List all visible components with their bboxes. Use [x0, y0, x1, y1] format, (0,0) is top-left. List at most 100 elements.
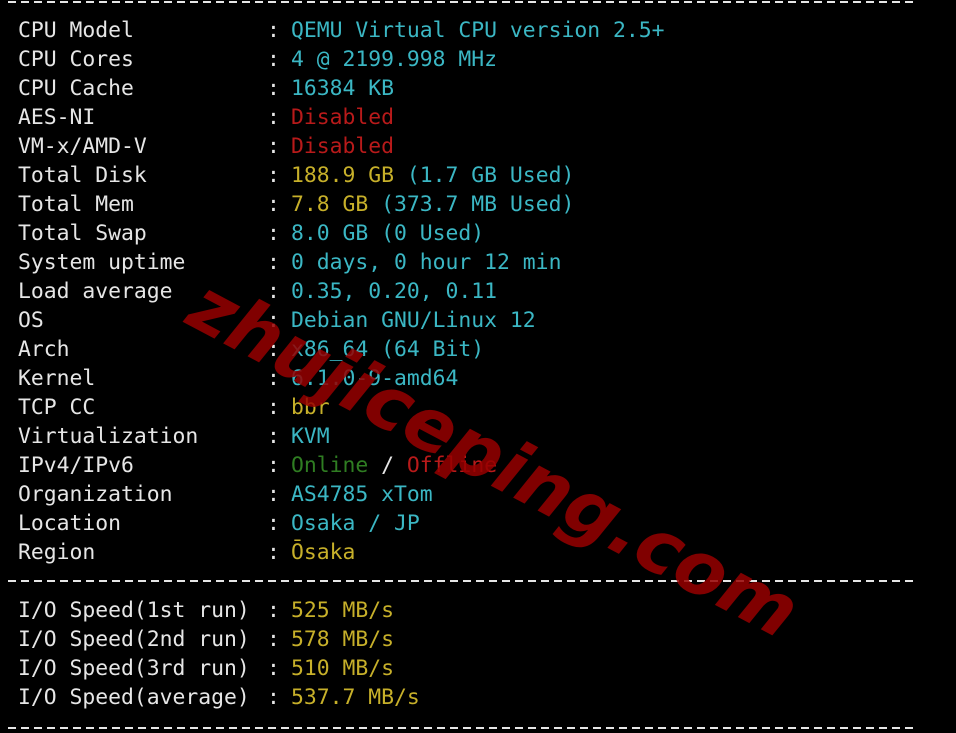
- info-value: 188.9 GB: [291, 163, 407, 188]
- info-value: 510 MB/s: [291, 656, 395, 681]
- info-value: Offline: [406, 453, 498, 478]
- info-label: System uptime: [18, 250, 186, 275]
- info-label: I/O Speed(average): [18, 685, 250, 710]
- separator: :: [267, 627, 280, 652]
- info-value: /: [368, 453, 407, 478]
- info-label: VM-x/AMD-V: [18, 134, 147, 159]
- info-row: Kernel:6.1.0-9-amd64: [18, 364, 664, 393]
- info-label: Organization: [18, 482, 173, 507]
- info-label: Load average: [18, 279, 173, 304]
- info-value: (1.7 GB Used): [406, 163, 575, 188]
- info-row: I/O Speed(1st run):525 MB/s: [18, 596, 420, 625]
- info-value: Osaka / JP: [291, 511, 420, 536]
- info-row: Total Mem:7.8 GB (373.7 MB Used): [18, 190, 664, 219]
- separator: :: [267, 47, 280, 72]
- separator: :: [267, 76, 280, 101]
- info-value: 6.1.0-9-amd64: [291, 366, 459, 391]
- info-row: Load average:0.35, 0.20, 0.11: [18, 277, 664, 306]
- info-label: Total Mem: [18, 192, 134, 217]
- separator: :: [267, 424, 280, 449]
- info-value: Ōsaka: [291, 540, 356, 565]
- info-value: 0.35, 0.20, 0.11: [291, 279, 498, 304]
- info-label: Total Disk: [18, 163, 147, 188]
- info-row: Total Swap:8.0 GB (0 Used): [18, 219, 664, 248]
- info-row: AES-NI: Disabled: [18, 103, 664, 132]
- info-value: Disabled: [291, 134, 395, 159]
- info-row: CPU Cores:4 @ 2199.998 MHz: [18, 45, 664, 74]
- divider-top: [8, 1, 914, 3]
- info-label: I/O Speed(3rd run): [18, 656, 250, 681]
- info-row: IPv4/IPv6: Online / Offline: [18, 451, 664, 480]
- divider-bottom: [8, 727, 914, 729]
- info-row: Location: Osaka / JP: [18, 509, 664, 538]
- info-row: CPU Model: QEMU Virtual CPU version 2.5+: [18, 16, 664, 45]
- info-label: Arch: [18, 337, 70, 362]
- info-value: 16384 KB: [291, 76, 395, 101]
- info-row: Arch: x86_64 (64 Bit): [18, 335, 664, 364]
- divider-middle: [8, 580, 914, 582]
- separator: :: [267, 482, 280, 507]
- info-label: CPU Cores: [18, 47, 134, 72]
- info-label: Region: [18, 540, 96, 565]
- info-label: I/O Speed(1st run): [18, 598, 250, 623]
- system-info-block: CPU Model: QEMU Virtual CPU version 2.5+ C…: [18, 16, 664, 567]
- info-value: 578 MB/s: [291, 627, 395, 652]
- separator: :: [267, 308, 280, 333]
- separator: :: [267, 395, 280, 420]
- info-row: VM-x/AMD-V: Disabled: [18, 132, 664, 161]
- info-label: Total Swap: [18, 221, 147, 246]
- separator: :: [267, 221, 280, 246]
- info-value: KVM: [291, 424, 330, 449]
- info-row: I/O Speed(average):537.7 MB/s: [18, 683, 420, 712]
- info-value: Disabled: [291, 105, 395, 130]
- separator: :: [267, 511, 280, 536]
- info-label: IPv4/IPv6: [18, 453, 134, 478]
- info-label: TCP CC: [18, 395, 96, 420]
- separator: :: [267, 279, 280, 304]
- separator: :: [267, 337, 280, 362]
- info-value: 4 @ 2199.998 MHz: [291, 47, 498, 72]
- io-speed-block: I/O Speed(1st run):525 MB/s I/O Speed(2nd…: [18, 596, 420, 712]
- separator: :: [267, 540, 280, 565]
- info-label: CPU Model: [18, 18, 134, 43]
- separator: :: [267, 685, 280, 710]
- info-value: Online: [291, 453, 369, 478]
- info-row: I/O Speed(2nd run):578 MB/s: [18, 625, 420, 654]
- separator: :: [267, 250, 280, 275]
- info-value: 0 days, 0 hour 12 min: [291, 250, 562, 275]
- info-label: AES-NI: [18, 105, 96, 130]
- info-row: System uptime:0 days, 0 hour 12 min: [18, 248, 664, 277]
- info-value: Debian GNU/Linux 12: [291, 308, 536, 333]
- info-label: Kernel: [18, 366, 96, 391]
- info-value: 7.8 GB: [291, 192, 382, 217]
- separator: :: [267, 656, 280, 681]
- info-label: I/O Speed(2nd run): [18, 627, 250, 652]
- info-value: AS4785 xTom: [291, 482, 433, 507]
- info-value: x86_64 (64 Bit): [291, 337, 485, 362]
- separator: :: [267, 453, 280, 478]
- info-value: (373.7 MB Used): [381, 192, 575, 217]
- info-value: bbr: [291, 395, 330, 420]
- info-value: 537.7 MB/s: [291, 685, 420, 710]
- info-label: OS: [18, 308, 44, 333]
- info-value: QEMU Virtual CPU version 2.5+: [291, 18, 665, 43]
- info-value: 525 MB/s: [291, 598, 395, 623]
- separator: :: [267, 105, 280, 130]
- separator: :: [267, 134, 280, 159]
- info-row: Virtualization: KVM: [18, 422, 664, 451]
- separator: :: [267, 163, 280, 188]
- info-value: 8.0 GB (0 Used): [291, 221, 485, 246]
- separator: :: [267, 192, 280, 217]
- info-row: Organization: AS4785 xTom: [18, 480, 664, 509]
- info-row: I/O Speed(3rd run):510 MB/s: [18, 654, 420, 683]
- info-label: Virtualization: [18, 424, 199, 449]
- info-row: TCP CC: bbr: [18, 393, 664, 422]
- info-row: Total Disk:188.9 GB (1.7 GB Used): [18, 161, 664, 190]
- info-row: OS: Debian GNU/Linux 12: [18, 306, 664, 335]
- separator: :: [267, 598, 280, 623]
- info-label: CPU Cache: [18, 76, 134, 101]
- info-row: CPU Cache:16384 KB: [18, 74, 664, 103]
- separator: :: [267, 18, 280, 43]
- separator: :: [267, 366, 280, 391]
- info-row: Region: Ōsaka: [18, 538, 664, 567]
